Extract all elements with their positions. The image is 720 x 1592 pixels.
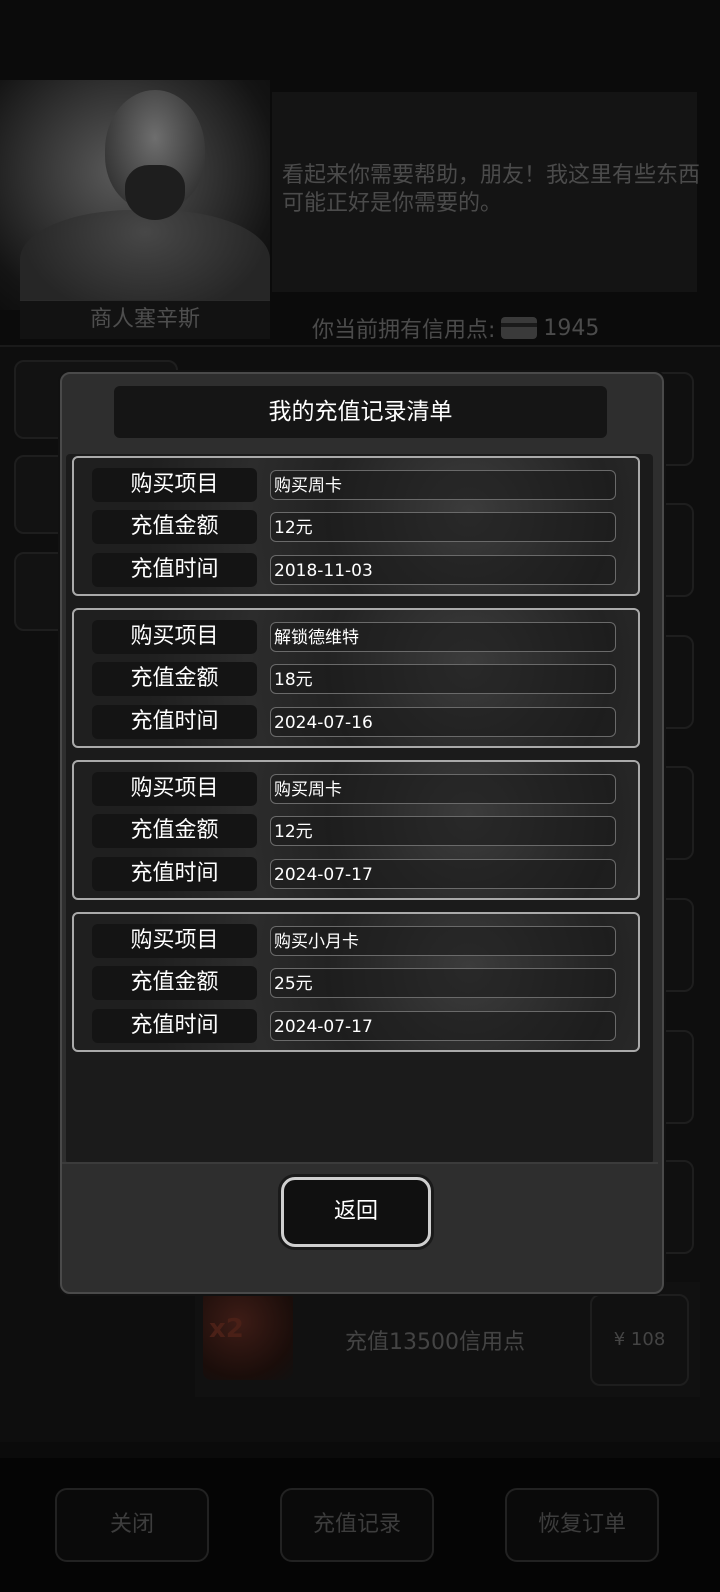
- record-time-value: 2024-07-16: [270, 707, 616, 737]
- credits-label: 你当前拥有信用点:: [312, 318, 496, 343]
- merchant-name: 商人塞辛斯: [20, 300, 270, 339]
- record-time-value: 2018-11-03: [270, 555, 616, 585]
- dialog-footer-divider: [62, 1162, 658, 1164]
- dialog-title: 我的充值记录清单: [114, 386, 607, 438]
- merchant-portrait: [0, 80, 270, 320]
- credits-value: 1945: [543, 315, 600, 341]
- back-button[interactable]: 返回: [281, 1177, 431, 1247]
- multiplier-badge: x2: [209, 1314, 244, 1344]
- record-item-value: 购买周卡: [270, 774, 616, 804]
- shop-item-price-button: ¥ 108: [590, 1294, 689, 1386]
- field-label-amount: 充值金额: [92, 662, 257, 696]
- field-label-item: 购买项目: [92, 924, 257, 958]
- record-item-value: 购买周卡: [270, 470, 616, 500]
- field-label-time: 充值时间: [92, 857, 257, 891]
- field-label-item: 购买项目: [92, 620, 257, 654]
- shop-item-label: 充值13500信用点: [345, 1330, 525, 1355]
- record-amount-value: 12元: [270, 512, 616, 542]
- recharge-history-button: 充值记录: [280, 1488, 434, 1562]
- field-label-item: 购买项目: [92, 772, 257, 806]
- record-item-value: 购买小月卡: [270, 926, 616, 956]
- record-card: 购买项目 解锁德维特 充值金额 18元 充值时间 2024-07-16: [72, 608, 640, 748]
- record-card: 购买项目 购买小月卡 充值金额 25元 充值时间 2024-07-17: [72, 912, 640, 1052]
- field-label-time: 充值时间: [92, 705, 257, 739]
- record-time-value: 2024-07-17: [270, 1011, 616, 1041]
- credit-card-icon: [501, 317, 538, 339]
- field-label-time: 充值时间: [92, 1009, 257, 1043]
- record-card: 购买项目 购买周卡 充值金额 12元 充值时间 2024-07-17: [72, 760, 640, 900]
- record-item-value: 解锁德维特: [270, 622, 616, 652]
- field-label-amount: 充值金额: [92, 814, 257, 848]
- record-time-value: 2024-07-17: [270, 859, 616, 889]
- restore-orders-button: 恢复订单: [505, 1488, 659, 1562]
- field-label-time: 充值时间: [92, 553, 257, 587]
- field-label-item: 购买项目: [92, 468, 257, 502]
- field-label-amount: 充值金额: [92, 510, 257, 544]
- credits-display: 你当前拥有信用点: 1945: [312, 312, 599, 344]
- merchant-speech-text: 看起来你需要帮助，朋友！我这里有些东西可能正好是你需要的。: [282, 163, 701, 216]
- field-label-amount: 充值金额: [92, 966, 257, 1000]
- shop-item-row: x2 充值13500信用点 ¥ 108: [195, 1282, 700, 1397]
- record-card: 购买项目 购买周卡 充值金额 12元 充值时间 2018-11-03: [72, 456, 640, 596]
- record-amount-value: 12元: [270, 816, 616, 846]
- close-button: 关闭: [55, 1488, 209, 1562]
- recharge-history-dialog: 我的充值记录清单 购买项目 购买周卡 充值金额 12元 充值时间 2018-11…: [60, 372, 664, 1294]
- record-amount-value: 25元: [270, 968, 616, 998]
- record-amount-value: 18元: [270, 664, 616, 694]
- records-list[interactable]: 购买项目 购买周卡 充值金额 12元 充值时间 2018-11-03 购买项目 …: [66, 454, 653, 1164]
